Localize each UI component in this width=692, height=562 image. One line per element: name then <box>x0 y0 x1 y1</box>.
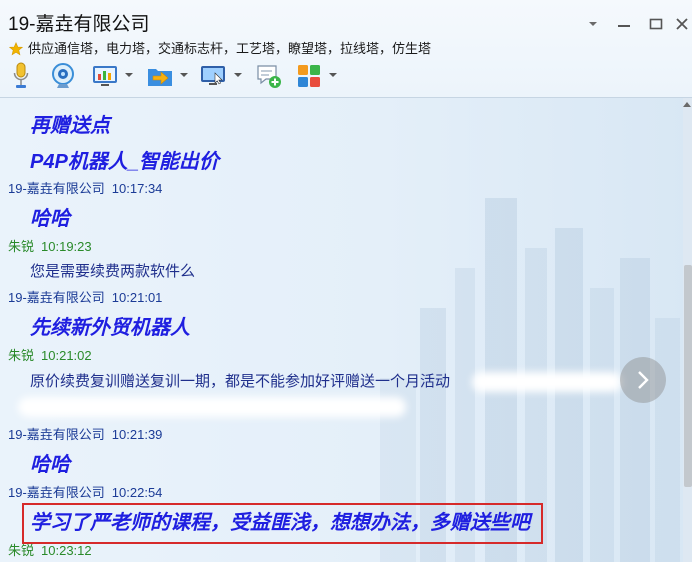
remote-desktop-dropdown-icon[interactable] <box>234 73 242 77</box>
scroll-up-icon[interactable] <box>682 100 692 108</box>
screen-share-icon[interactable] <box>92 64 118 88</box>
redaction-blur <box>472 372 622 392</box>
sender-name: 19-嘉垚有限公司 <box>8 427 105 442</box>
message-time: 10:21:39 <box>111 427 163 442</box>
sender-name: 朱锐 <box>8 239 35 254</box>
chat-window: 19-嘉垚有限公司 供应通信塔，电力塔，交通标志杆，工艺塔，瞭望塔，拉线塔，仿生… <box>0 0 692 562</box>
scrollbar-thumb[interactable] <box>684 265 692 487</box>
menu-chevron-icon[interactable] <box>586 17 600 31</box>
apps-grid-icon[interactable] <box>297 64 321 88</box>
chat-message: 哈哈 <box>30 454 70 476</box>
remote-desktop-icon[interactable] <box>200 64 226 88</box>
message-sender-line: 朱锐 10:23:12 <box>8 543 92 559</box>
window-title: 19-嘉垚有限公司 <box>8 14 150 35</box>
chat-message-highlighted: 学习了严老师的课程，受益匪浅，想想办法，多赠送些吧 <box>30 512 530 534</box>
message-time: 10:23:12 <box>41 543 92 558</box>
chat-history[interactable]: 再赠送点 P4P机器人_智能出价 19-嘉垚有限公司 10:17:34 哈哈 朱锐… <box>0 98 692 562</box>
sender-name: 19-嘉垚有限公司 <box>8 181 105 196</box>
message-time: 10:17:34 <box>111 181 163 196</box>
file-transfer-dropdown-icon[interactable] <box>180 73 188 77</box>
sender-name: 19-嘉垚有限公司 <box>8 290 105 305</box>
chat-message: 先续新外贸机器人 <box>30 317 190 339</box>
microphone-icon[interactable] <box>12 62 30 90</box>
message-time: 10:21:02 <box>41 348 92 363</box>
redaction-blur <box>18 397 406 417</box>
sender-name: 朱锐 <box>8 348 35 363</box>
file-transfer-icon[interactable] <box>147 64 173 88</box>
message-sender-line: 朱锐 10:19:23 <box>8 239 92 255</box>
message-sender-line: 19-嘉垚有限公司 10:17:34 <box>8 181 162 197</box>
sender-name: 朱锐 <box>8 543 35 558</box>
chat-message: P4P机器人_智能出价 <box>30 151 219 173</box>
next-arrow-button[interactable] <box>620 357 666 403</box>
minimize-icon[interactable] <box>617 17 631 31</box>
add-chat-icon[interactable] <box>256 63 282 89</box>
message-sender-line: 19-嘉垚有限公司 10:21:39 <box>8 427 162 443</box>
maximize-icon[interactable] <box>649 17 663 31</box>
message-sender-line: 19-嘉垚有限公司 10:21:01 <box>8 290 162 306</box>
sender-name: 19-嘉垚有限公司 <box>8 485 105 500</box>
chat-message: 原价续费复训赠送复训一期，都是不能参加好评赠送一个月活动 <box>30 373 451 390</box>
chat-message: 您是需要续费两款软件么 <box>30 263 196 280</box>
company-signature: 供应通信塔，电力塔，交通标志杆，工艺塔，瞭望塔，拉线塔，仿生塔 <box>28 41 432 56</box>
close-icon[interactable] <box>675 17 689 31</box>
chat-message: 哈哈 <box>30 208 70 230</box>
screen-share-dropdown-icon[interactable] <box>125 73 133 77</box>
apps-grid-dropdown-icon[interactable] <box>329 73 337 77</box>
message-time: 10:22:54 <box>111 485 163 500</box>
webcam-icon[interactable] <box>50 62 76 90</box>
message-sender-line: 19-嘉垚有限公司 10:22:54 <box>8 485 162 501</box>
message-sender-line: 朱锐 10:21:02 <box>8 348 92 364</box>
window-header: 19-嘉垚有限公司 供应通信塔，电力塔，交通标志杆，工艺塔，瞭望塔，拉线塔，仿生… <box>0 0 692 98</box>
message-time: 10:21:01 <box>111 290 163 305</box>
chevron-right-icon <box>638 371 649 389</box>
message-time: 10:19:23 <box>41 239 92 254</box>
star-icon <box>9 42 23 56</box>
chat-message: 再赠送点 <box>30 115 110 137</box>
